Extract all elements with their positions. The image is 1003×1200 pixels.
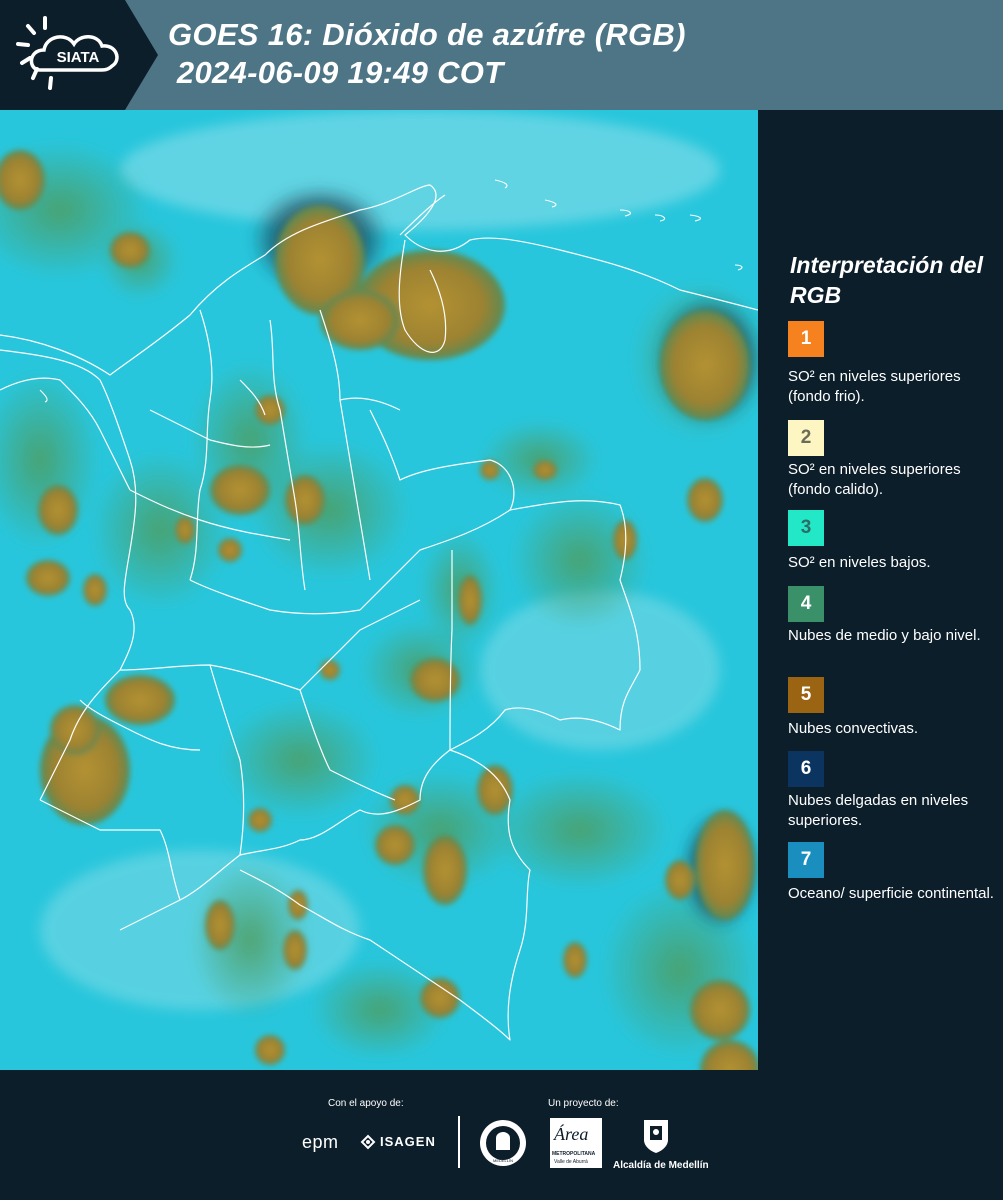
legend-swatch-2: 2 (788, 420, 824, 456)
medellin-seal-icon: MEDELLÍN (478, 1118, 528, 1168)
legend-swatch-3: 3 (788, 510, 824, 546)
legend-label-3: SO² en niveles bajos. (788, 554, 931, 571)
footer-divider (458, 1116, 460, 1168)
isagen-logo: ISAGEN (380, 1134, 436, 1149)
legend-number-5: 5 (800, 684, 812, 705)
legend-label-2: SO² en niveles superiores (fondo calido)… (788, 461, 961, 498)
area-metropolitana-logo: Área METROPOLITANA Valle de Aburrá (550, 1118, 602, 1168)
legend-label-6: Nubes delgadas en niveles superiores. (788, 792, 969, 829)
legend-label-4: Nubes de medio y bajo nivel. (788, 627, 981, 644)
area-logo-main: Área (554, 1124, 589, 1144)
siata-logo: SIATA (0, 0, 160, 110)
legend-swatch-6: 6 (788, 751, 824, 787)
legend-title: Interpretación del RGB (790, 252, 983, 308)
legend-swatch-7: 7 (788, 842, 824, 878)
legend-swatch-4: 4 (788, 586, 824, 622)
satellite-map (0, 110, 758, 1070)
epm-logo: epm (302, 1132, 339, 1152)
header-bar: SIATA GOES 16: Dióxido de azúfre (RGB) 2… (0, 0, 1003, 110)
alcaldia-text: Alcaldía de Medellín (613, 1160, 709, 1171)
legend-number-4: 4 (800, 593, 812, 614)
legend-number-6: 6 (800, 758, 812, 779)
legend-panel: Interpretación del RGB 1 SO² en niveles … (760, 110, 1003, 1070)
legend-swatch-5: 5 (788, 677, 824, 713)
legend-number-2: 2 (800, 427, 812, 448)
footer: Con el apoyo de: Un proyecto de: epm ISA… (0, 1070, 1003, 1200)
area-logo-line3: Valle de Aburrá (554, 1159, 588, 1165)
legend-label-1: SO² en niveles superiores (fondo frio). (788, 368, 961, 405)
support-label: Con el apoyo de: (328, 1098, 404, 1109)
legend-number-7: 7 (800, 849, 812, 870)
legend-number-1: 1 (800, 328, 812, 349)
legend-number-3: 3 (800, 517, 812, 538)
legend-swatch-1: 1 (788, 321, 824, 357)
legend-label-5: Nubes convectivas. (788, 720, 919, 737)
title-datetime: 2024-06-09 19:49 COT (168, 55, 504, 90)
alcaldia-shield-icon (642, 1116, 670, 1154)
seal-text: MEDELLÍN (493, 1158, 513, 1163)
area-logo-line2: METROPOLITANA (552, 1151, 596, 1157)
title-product: GOES 16: Dióxido de azúfre (RGB) (168, 17, 686, 52)
isagen-icon (360, 1134, 376, 1150)
page-title: GOES 16: Dióxido de azúfre (RGB) 2024-06… (168, 16, 686, 92)
siata-logo-text: SIATA (57, 49, 100, 66)
legend-label-7: Oceano/ superficie continental. (788, 885, 994, 902)
satellite-rgb-image (0, 110, 758, 1070)
project-label: Un proyecto de: (548, 1098, 619, 1109)
